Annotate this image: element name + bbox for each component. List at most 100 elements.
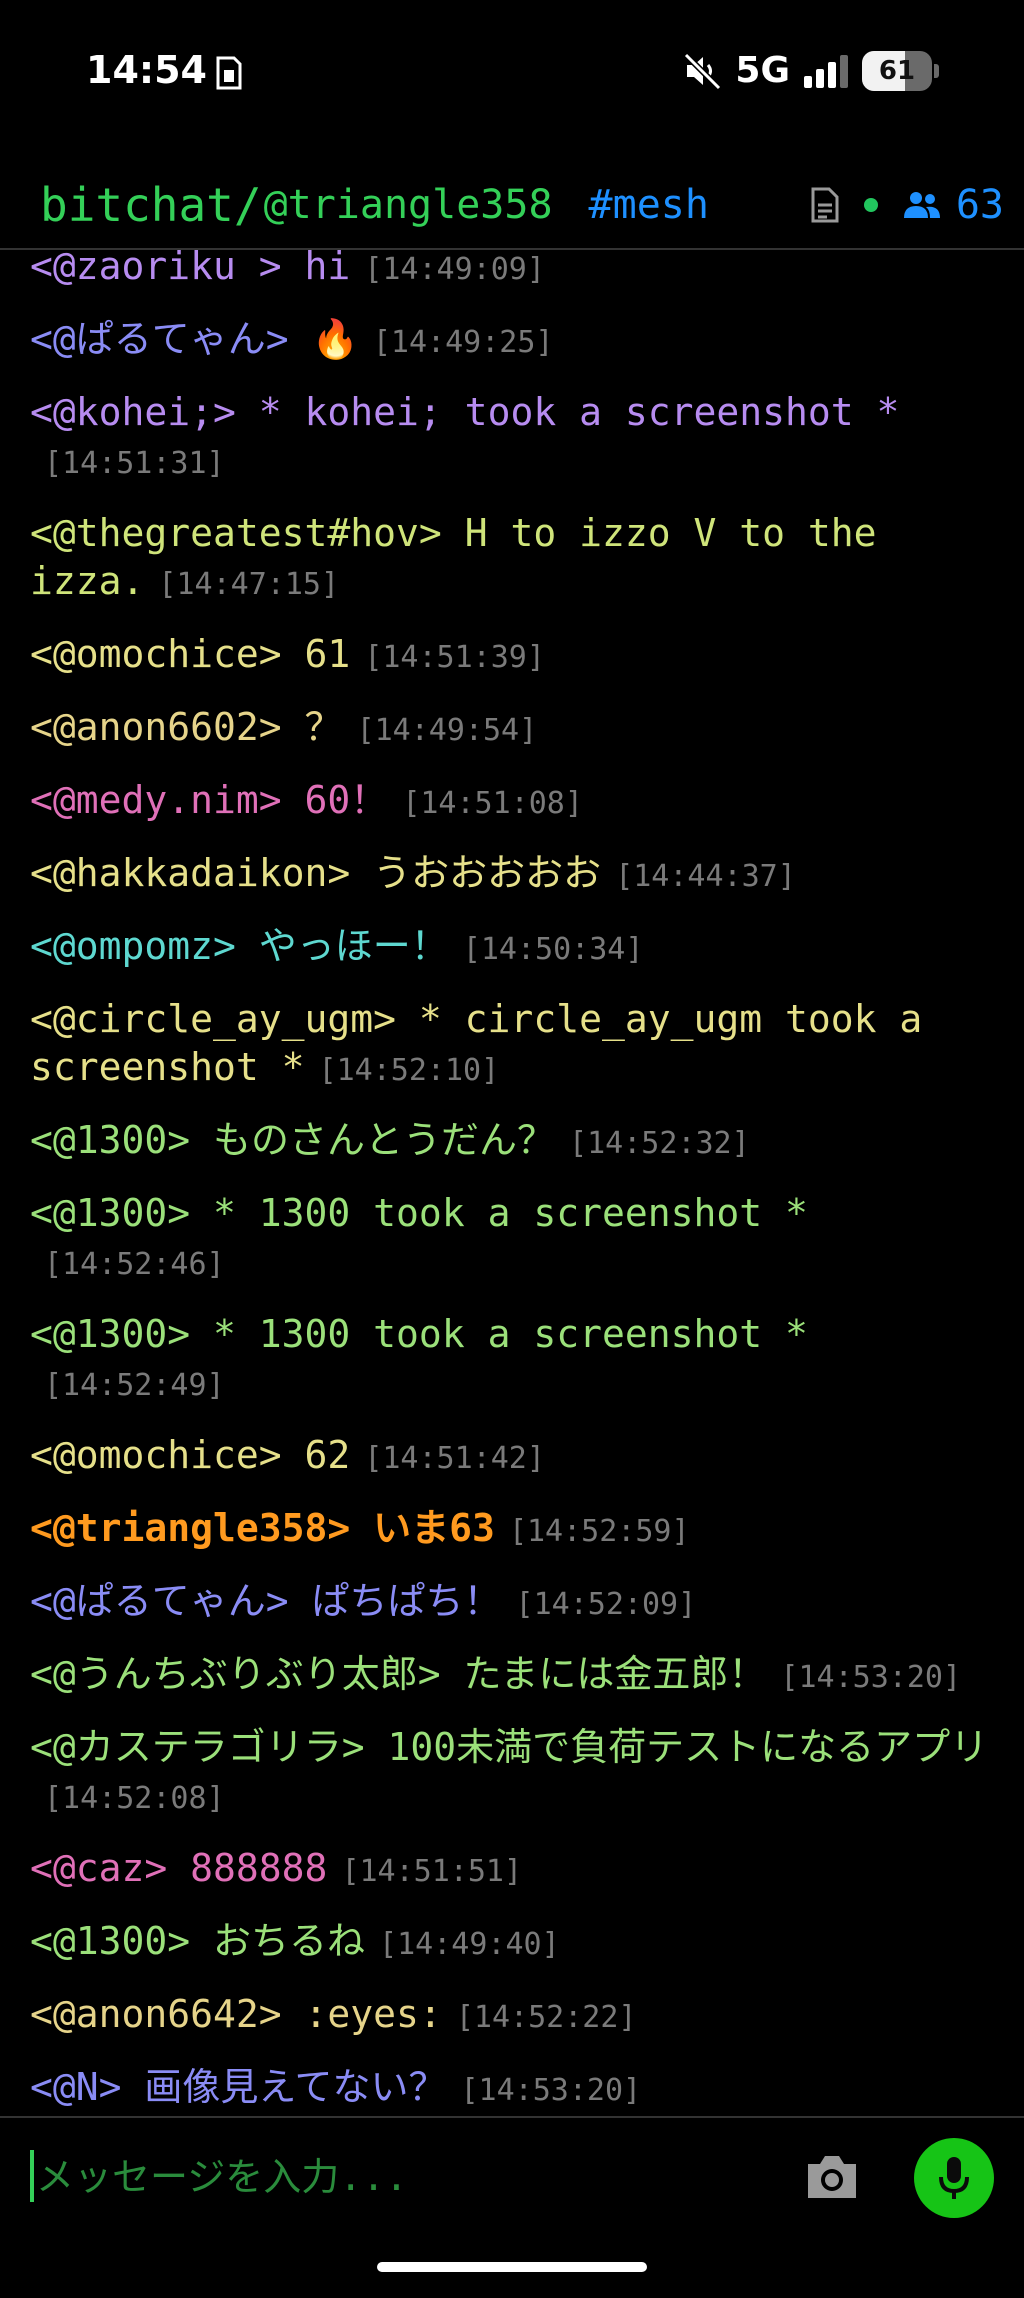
message-timestamp: [14:49:54] [356,713,538,748]
message-text: たまには金五郎！ [440,1652,767,1696]
message-text: * 1300 took a screenshot * [190,1191,808,1235]
message-timestamp: [14:52:46] [44,1247,225,1282]
message-row[interactable]: <@1300> おちるね [14:49:40] [30,1917,994,1969]
sim-card-icon [216,56,242,90]
message-text: :eyes: [281,1992,442,2036]
text-caret [30,2150,34,2202]
message-row[interactable]: <@ぱるてゃん> 🔥 [14:49:25] [30,315,994,367]
message-list[interactable]: <@zaoriku > hi [14:49:09] <@ぱるてゃん> 🔥 [14:49… [0,250,1024,2114]
message-row[interactable]: <@anon6642> :eyes: [14:52:22] [30,1990,994,2042]
document-icon[interactable] [810,187,840,223]
message-text: 61 [281,632,351,676]
message-text: * 1300 took a screenshot * [190,1312,808,1356]
message-sender[interactable]: <@1300> [30,1191,190,1235]
network-type: 5G [735,50,790,91]
message-sender[interactable]: <@N> [30,2065,122,2109]
message-sender[interactable]: <@ompomz> [30,924,236,968]
battery-icon: 61 [862,50,939,91]
message-sender[interactable]: <@1300> [30,1919,190,1963]
message-row[interactable]: <@omochice> 62 [14:51:42] [30,1431,994,1483]
message-sender[interactable]: <@thegreatest#hov> [30,511,442,555]
message-row[interactable]: <@omochice> 61 [14:51:39] [30,630,994,682]
message-row[interactable]: <@anon6602> ？ [14:49:54] [30,703,994,755]
message-sender[interactable]: <@1300> [30,1118,190,1162]
message-text: 100未満で負荷テストになるアプリ [364,1725,989,1769]
message-text: やっほー！ [235,924,449,968]
message-timestamp: [14:49:25] [372,325,554,360]
channel-name[interactable]: #mesh [589,182,709,228]
nickname[interactable]: @triangle358 [264,182,553,228]
message-text: ものさんとうだん？ [190,1118,556,1162]
message-sender[interactable]: <@anon6642> [30,1992,282,2036]
message-sender[interactable]: <@circle_ay_ugm> [30,997,396,1041]
app-title[interactable]: bitchat/ [40,178,262,232]
message-timestamp: [14:52:49] [44,1368,225,1403]
message-sender[interactable]: <@zaoriku > [30,250,282,288]
message-input[interactable] [36,2144,776,2210]
message-sender[interactable]: <@うんちぶりぶり太郎> [30,1652,441,1696]
message-sender[interactable]: <@triangle358> [30,1506,350,1550]
message-timestamp: [14:52:32] [569,1126,750,1161]
input-bar [0,2118,1024,2238]
message-row[interactable]: <@ompomz> やっほー！ [14:50:34] [30,922,994,974]
message-timestamp: [14:44:37] [615,859,796,894]
message-timestamp: [14:51:08] [402,786,583,821]
message-timestamp: [14:52:10] [318,1053,500,1088]
message-sender[interactable]: <@hakkadaikon> [30,851,350,895]
message-sender[interactable]: <@omochice> [30,632,282,676]
message-text: * kohei; took a screenshot * [235,390,900,434]
message-text: いま63 [350,1506,495,1550]
message-row[interactable]: <@hakkadaikon> うおおおおお [14:44:37] [30,849,994,901]
microphone-button[interactable] [914,2138,994,2218]
message-timestamp: [14:52:59] [508,1514,690,1549]
message-timestamp: [14:49:40] [379,1927,560,1962]
message-text: 62 [281,1433,351,1477]
message-sender[interactable]: <@ぱるてゃん> [30,1579,289,1623]
message-timestamp: [14:51:42] [364,1441,545,1476]
message-row[interactable]: <@thegreatest#hov> H to izzo V to the iz… [30,509,994,609]
home-indicator[interactable] [377,2262,647,2272]
message-sender[interactable]: <@ぱるてゃん> [30,317,289,361]
battery-level: 61 [878,55,916,86]
camera-icon[interactable] [804,2150,860,2202]
message-row[interactable]: <@1300> * 1300 took a screenshot * [14:52… [30,1189,994,1289]
online-dot-icon [863,198,878,212]
message-text: hi [281,250,351,288]
people-count[interactable]: 63 [956,182,1004,228]
message-row[interactable]: <@kohei;> * kohei; took a screenshot * [1… [30,388,994,488]
message-text: ？ [281,705,343,749]
message-sender[interactable]: <@kohei;> [30,390,236,434]
message-row[interactable]: <@zaoriku > hi [14:49:09] [30,250,994,294]
status-right: 5G 61 [683,50,939,91]
message-sender[interactable]: <@カステラゴリラ> [30,1725,365,1769]
message-timestamp: [14:51:51] [341,1854,523,1889]
message-text: ぱちぱち！ [288,1579,502,1623]
message-text: 888888 [167,1846,328,1890]
status-bar: 14:54 5G 61 [0,0,1024,150]
message-row[interactable]: <@カステラゴリラ> 100未満で負荷テストになるアプリ [14:52:08] [30,1723,994,1823]
message-row[interactable]: <@medy.nim> 60！ [14:51:08] [30,776,994,828]
message-row[interactable]: <@ぱるてゃん> ぱちぱち！ [14:52:09] [30,1577,994,1629]
message-sender[interactable]: <@omochice> [30,1433,282,1477]
message-row[interactable]: <@1300> * 1300 took a screenshot * [14:52… [30,1310,994,1410]
message-row[interactable]: <@うんちぶりぶり太郎> たまには金五郎！ [14:53:20] [30,1650,994,1702]
message-text: 画像見えてない？ [121,2065,447,2109]
message-sender[interactable]: <@caz> [30,1846,167,1890]
message-timestamp: [14:52:22] [455,2000,637,2035]
message-timestamp: [14:49:09] [364,252,545,287]
message-sender[interactable]: <@anon6602> [30,705,282,749]
signal-icon [804,54,848,88]
message-sender[interactable]: <@medy.nim> [30,778,282,822]
status-time: 14:54 [86,48,207,92]
message-row[interactable]: <@caz> 888888 [14:51:51] [30,1844,994,1896]
message-timestamp: [14:51:31] [44,446,225,481]
message-sender[interactable]: <@1300> [30,1312,190,1356]
message-row[interactable]: <@triangle358> いま63 [14:52:59] [30,1504,994,1556]
message-row[interactable]: <@circle_ay_ugm> * circle_ay_ugm took a … [30,995,994,1095]
message-row[interactable]: <@N> 画像見えてない？ [14:53:20] [30,2063,994,2114]
message-row[interactable]: <@1300> ものさんとうだん？ [14:52:32] [30,1116,994,1168]
message-text: おちるね [190,1919,366,1963]
message-text: 60！ [281,778,389,822]
message-text: 🔥 [288,317,359,361]
people-icon[interactable] [902,190,942,220]
